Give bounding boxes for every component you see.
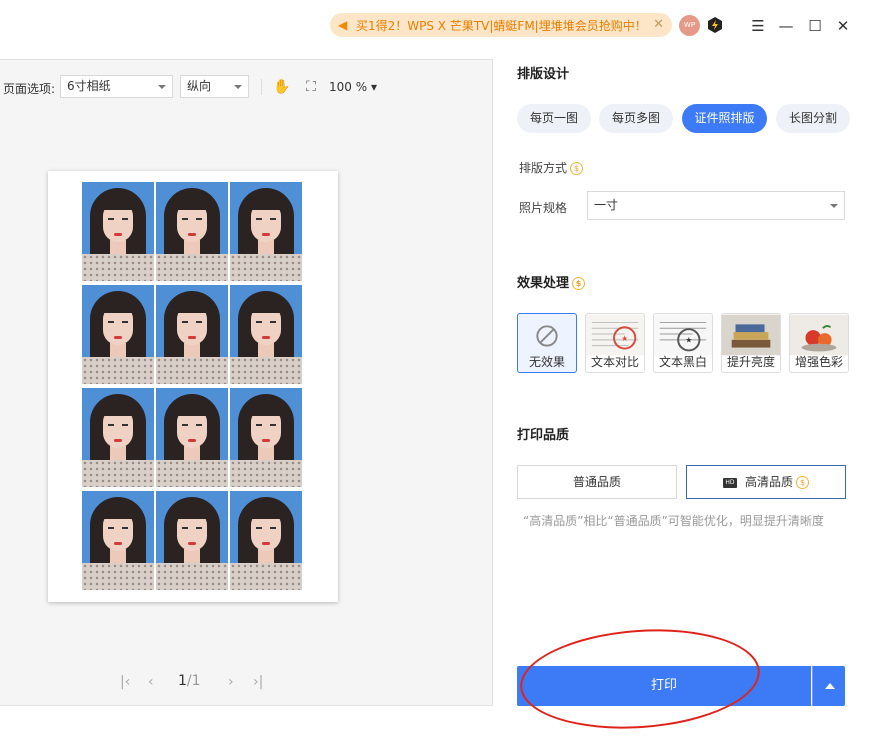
close-window-button[interactable]: ✕ bbox=[833, 16, 853, 36]
zoom-level[interactable]: 100 % ▾ bbox=[329, 80, 377, 94]
vip-icon: $ bbox=[570, 162, 584, 175]
page-options-label: 页面选项: bbox=[3, 82, 56, 96]
promo-text[interactable]: 买1得2！WPS X 芒果TV|蜻蜓FM|埋堆堆会员抢购中！ bbox=[356, 17, 648, 34]
effect-label: 无效果 bbox=[528, 355, 565, 369]
id-photo bbox=[230, 182, 302, 281]
effect-label: 文本黑白 bbox=[658, 355, 707, 369]
minimize-button[interactable]: — bbox=[776, 16, 796, 36]
page-current: 1 bbox=[178, 673, 187, 689]
maximize-button[interactable]: ☐ bbox=[805, 16, 825, 36]
tab-single[interactable]: 每页一图 bbox=[517, 104, 591, 133]
effect-label: 增强色彩 bbox=[794, 355, 843, 369]
id-photo bbox=[156, 388, 228, 487]
paper-size-select[interactable]: 6寸相纸 bbox=[60, 75, 173, 98]
pagination: |‹ ‹ 1/1 › ›| bbox=[120, 672, 270, 692]
vip-icon: $ bbox=[796, 476, 809, 489]
hand-icon[interactable]: ✋ bbox=[273, 78, 291, 96]
effect-none[interactable]: 无效果 bbox=[517, 313, 577, 373]
prev-page-icon[interactable]: ‹ bbox=[148, 672, 154, 692]
chevron-down-icon bbox=[234, 85, 242, 89]
id-photo bbox=[82, 491, 154, 590]
speaker-icon: ◀ bbox=[338, 18, 348, 32]
preview-toolbar: 页面选项: 6寸相纸 纵向 ✋ ⛶ 100 % ▾ bbox=[0, 60, 492, 114]
caret-up-icon bbox=[825, 683, 835, 689]
id-photo bbox=[156, 491, 228, 590]
svg-text:★: ★ bbox=[685, 336, 692, 345]
tab-long-split[interactable]: 长图分割 bbox=[776, 104, 850, 133]
effects-title-text: 效果处理 bbox=[517, 276, 570, 291]
photo-sheet bbox=[48, 171, 338, 602]
effects-title: 效果处理 $ bbox=[517, 272, 586, 291]
photo-spec-value: 一寸 bbox=[594, 198, 619, 212]
id-photo bbox=[156, 182, 228, 281]
last-page-icon[interactable]: ›| bbox=[253, 672, 263, 692]
vip-icon: $ bbox=[572, 277, 586, 290]
layout-mode-label: 排版方式 $ bbox=[519, 159, 584, 176]
id-photo bbox=[156, 285, 228, 384]
bw-stamp-icon: ★ bbox=[654, 314, 712, 356]
effect-enhance-color[interactable]: 增强色彩 bbox=[789, 313, 849, 373]
chevron-down-icon bbox=[158, 85, 166, 89]
effect-brighten[interactable]: 提升亮度 bbox=[721, 313, 781, 373]
id-photo bbox=[82, 388, 154, 487]
layout-design-title: 排版设计 bbox=[517, 67, 570, 82]
effect-label: 文本对比 bbox=[590, 355, 639, 369]
zoom-value: 100 % bbox=[329, 80, 368, 94]
settings-panel: 排版设计 每页一图 每页多图 证件照排版 长图分割 排版方式 $ 照片规格 一寸 … bbox=[493, 52, 869, 730]
svg-text:★: ★ bbox=[621, 334, 628, 343]
close-icon[interactable]: ✕ bbox=[653, 17, 664, 32]
id-photo bbox=[230, 491, 302, 590]
first-page-icon[interactable]: |‹ bbox=[120, 672, 130, 692]
quality-hd-button[interactable]: HD 高清品质 $ bbox=[686, 465, 846, 499]
fit-page-icon[interactable]: ⛶ bbox=[302, 78, 320, 96]
promo-banner[interactable]: ◀ 买1得2！WPS X 芒果TV|蜻蜓FM|埋堆堆会员抢购中！ ✕ bbox=[330, 13, 672, 37]
toolbar-divider bbox=[261, 79, 262, 95]
id-photo bbox=[230, 388, 302, 487]
effect-text-contrast[interactable]: ★ 文本对比 bbox=[585, 313, 645, 373]
orientation-value: 纵向 bbox=[187, 79, 212, 93]
tab-multi[interactable]: 每页多图 bbox=[599, 104, 673, 133]
photo-spec-select[interactable]: 一寸 bbox=[587, 191, 845, 220]
page-total: /1 bbox=[186, 673, 201, 689]
orientation-select[interactable]: 纵向 bbox=[180, 75, 249, 98]
chevron-down-icon bbox=[830, 204, 838, 208]
avatar[interactable]: WP bbox=[679, 15, 700, 36]
hd-icon: HD bbox=[722, 477, 737, 488]
quality-normal-button[interactable]: 普通品质 bbox=[517, 465, 677, 499]
menu-icon[interactable]: ☰ bbox=[748, 16, 768, 36]
paper-size-value: 6寸相纸 bbox=[67, 79, 111, 93]
print-preview-panel: 页面选项: 6寸相纸 纵向 ✋ ⛶ 100 % ▾ |‹ ‹ 1/1 › ›| bbox=[0, 59, 493, 706]
id-photo bbox=[82, 285, 154, 384]
quality-note: “高清品质”相比“普通品质”可智能优化，明显提升清晰度 bbox=[523, 514, 824, 528]
id-photo bbox=[82, 182, 154, 281]
page-indicator: 1/1 bbox=[178, 673, 201, 689]
print-options-button[interactable] bbox=[812, 666, 845, 706]
next-page-icon[interactable]: › bbox=[228, 672, 234, 692]
effect-text-bw[interactable]: ★ 文本黑白 bbox=[653, 313, 713, 373]
id-photo bbox=[230, 285, 302, 384]
title-bar: ◀ 买1得2！WPS X 芒果TV|蜻蜓FM|埋堆堆会员抢购中！ ✕ WP ☰ … bbox=[0, 0, 869, 52]
stamp-document-icon: ★ bbox=[586, 314, 644, 356]
photo-spec-label: 照片规格 bbox=[519, 201, 568, 215]
quality-hd-label: 高清品质 bbox=[744, 475, 793, 489]
effect-label: 提升亮度 bbox=[726, 355, 775, 369]
books-icon bbox=[722, 314, 780, 356]
vip-lightning-icon[interactable] bbox=[706, 16, 724, 34]
tab-id-photo[interactable]: 证件照排版 bbox=[682, 104, 767, 133]
layout-mode-text: 排版方式 bbox=[519, 161, 568, 175]
print-quality-title: 打印品质 bbox=[517, 428, 570, 443]
fruit-icon bbox=[790, 314, 848, 356]
no-effect-icon bbox=[536, 325, 558, 347]
